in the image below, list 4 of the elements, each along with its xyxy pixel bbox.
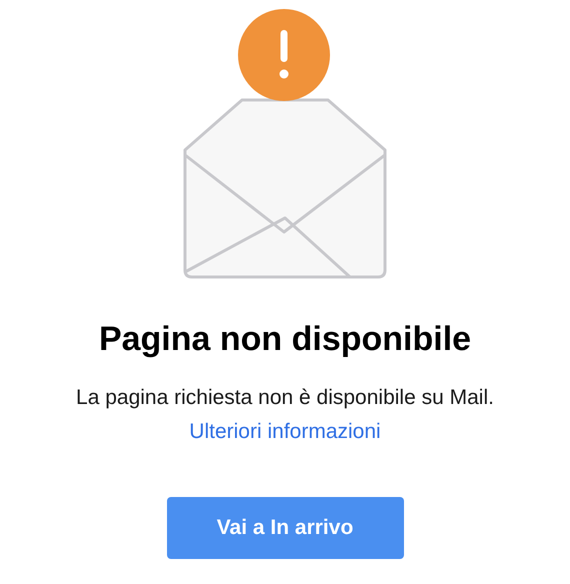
go-to-inbox-button[interactable]: Vai a In arrivo	[166, 497, 404, 559]
message-text: La pagina richiesta non è disponibile su Mail.	[76, 384, 494, 410]
more-info-link[interactable]: Ulteriori informazioni	[189, 418, 381, 445]
page-title: Pagina non disponibile	[98, 319, 472, 360]
